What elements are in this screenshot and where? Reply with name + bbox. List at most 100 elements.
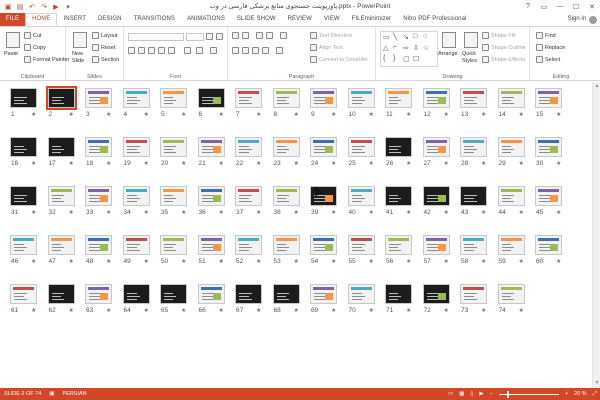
slide-preview[interactable] — [385, 284, 412, 304]
slide-preview[interactable] — [385, 235, 412, 255]
slide-preview[interactable] — [197, 186, 225, 206]
transition-star-icon[interactable]: ★ — [181, 307, 186, 314]
select-button[interactable]: Select — [536, 56, 560, 63]
transition-star-icon[interactable]: ★ — [369, 307, 374, 314]
transition-star-icon[interactable]: ★ — [369, 160, 374, 167]
transition-star-icon[interactable]: ★ — [256, 307, 261, 314]
slide-preview[interactable] — [310, 235, 337, 255]
slide-preview[interactable] — [347, 235, 375, 255]
transition-star-icon[interactable]: ★ — [481, 111, 486, 118]
slide-preview[interactable] — [385, 88, 412, 108]
help-button[interactable]: ? — [520, 0, 536, 13]
transition-star-icon[interactable]: ★ — [294, 307, 299, 314]
slide-preview[interactable] — [460, 235, 487, 255]
grow-font-button[interactable] — [206, 33, 213, 40]
oval-shape-icon[interactable]: ○ — [423, 33, 427, 40]
slide-preview[interactable] — [47, 186, 75, 206]
shadow-button[interactable] — [158, 47, 165, 54]
slide-preview[interactable] — [47, 284, 75, 304]
transition-star-icon[interactable]: ★ — [406, 111, 411, 118]
reading-view-icon[interactable]: ▯ — [470, 391, 473, 397]
align-right-button[interactable] — [252, 47, 259, 54]
slide-preview[interactable] — [272, 88, 300, 108]
slide-preview[interactable] — [347, 88, 375, 108]
tab-transitions[interactable]: TRANSITIONS — [128, 13, 181, 26]
transition-star-icon[interactable]: ★ — [256, 258, 261, 265]
italic-button[interactable] — [138, 47, 145, 54]
slide-preview[interactable] — [160, 88, 187, 108]
slide-preview[interactable] — [85, 137, 112, 157]
slide-preview[interactable] — [85, 235, 112, 255]
proofing-icon[interactable]: ▣ — [45, 391, 58, 397]
find-button[interactable]: Find — [536, 32, 556, 39]
transition-star-icon[interactable]: ★ — [69, 307, 74, 314]
transition-star-icon[interactable]: ★ — [219, 307, 224, 314]
slide-preview[interactable] — [122, 235, 150, 255]
transition-star-icon[interactable]: ★ — [519, 111, 524, 118]
transition-star-icon[interactable]: ★ — [369, 111, 374, 118]
triangle-shape-icon[interactable]: △ — [383, 44, 388, 52]
normal-view-icon[interactable]: ▭ — [448, 391, 453, 397]
bold-button[interactable] — [128, 47, 135, 54]
transition-star-icon[interactable]: ★ — [69, 209, 74, 216]
slide-preview[interactable] — [460, 186, 487, 206]
transition-star-icon[interactable]: ★ — [144, 258, 149, 265]
transition-star-icon[interactable]: ★ — [444, 160, 449, 167]
slide-preview[interactable] — [235, 137, 262, 157]
slide-preview[interactable] — [47, 137, 75, 157]
right-arrow-shape-icon[interactable]: ⇨ — [403, 44, 409, 52]
slide-preview[interactable] — [160, 235, 187, 255]
transition-star-icon[interactable]: ★ — [106, 258, 111, 265]
transition-star-icon[interactable]: ★ — [256, 111, 261, 118]
transition-star-icon[interactable]: ★ — [444, 258, 449, 265]
transition-star-icon[interactable]: ★ — [444, 209, 449, 216]
slide-preview[interactable] — [272, 235, 300, 255]
slide-preview[interactable] — [160, 186, 187, 206]
shape-fill-button[interactable]: Shape Fill — [482, 32, 515, 39]
elbow-connector-icon[interactable]: ⌐ — [393, 44, 397, 51]
replace-button[interactable]: Replace — [536, 44, 565, 51]
font-size-combobox[interactable] — [186, 33, 204, 41]
slide-preview[interactable] — [235, 235, 262, 255]
transition-star-icon[interactable]: ★ — [556, 258, 561, 265]
slide-preview[interactable] — [310, 88, 337, 108]
slide-preview[interactable] — [85, 284, 112, 304]
paste-button[interactable]: Paste — [4, 51, 18, 57]
transition-star-icon[interactable]: ★ — [519, 209, 524, 216]
zoom-level[interactable]: 20 % — [574, 391, 587, 397]
shrink-font-button[interactable] — [216, 33, 223, 40]
scroll-up-arrow-icon[interactable]: ▲ — [593, 82, 600, 90]
line-spacing-button[interactable] — [280, 32, 287, 39]
reset-button[interactable]: Reset — [92, 44, 115, 51]
sign-in-link[interactable]: Sign in — [568, 13, 586, 26]
tab-design[interactable]: DESIGN — [92, 13, 128, 26]
rounded-rect-shape-icon[interactable]: ▢ — [403, 55, 410, 63]
text-direction-button[interactable]: Text Direction — [310, 32, 352, 39]
transition-star-icon[interactable]: ★ — [219, 111, 224, 118]
transition-star-icon[interactable]: ★ — [31, 111, 36, 118]
transition-star-icon[interactable]: ★ — [406, 307, 411, 314]
transition-star-icon[interactable]: ★ — [369, 209, 374, 216]
slide-preview[interactable] — [535, 137, 562, 157]
change-case-button[interactable] — [196, 47, 203, 54]
fit-slide-icon[interactable]: ⤢ — [593, 391, 597, 398]
slide-preview[interactable] — [197, 284, 225, 304]
shape-outline-button[interactable]: Shape Outline — [482, 44, 526, 51]
transition-star-icon[interactable]: ★ — [406, 209, 411, 216]
tab-animations[interactable]: ANIMATIONS — [181, 13, 231, 26]
zoom-in-button[interactable]: + — [565, 391, 568, 397]
slide-preview[interactable] — [160, 137, 187, 157]
slide-preview[interactable] — [10, 235, 37, 255]
transition-star-icon[interactable]: ★ — [144, 111, 149, 118]
cut-button[interactable]: Cut — [24, 32, 42, 39]
slide-preview[interactable] — [422, 284, 450, 304]
slide-preview[interactable] — [10, 186, 37, 206]
transition-star-icon[interactable]: ★ — [181, 160, 186, 167]
quick-styles-button[interactable]: Quick — [462, 51, 476, 57]
transition-star-icon[interactable]: ★ — [481, 209, 486, 216]
slide-preview[interactable] — [197, 88, 225, 108]
slide-sorter-view-icon[interactable]: ▦ — [459, 391, 464, 397]
slide-preview[interactable] — [235, 88, 262, 108]
ribbon-display-options-button[interactable]: ▭ — [536, 0, 552, 13]
slide-preview[interactable] — [422, 88, 450, 108]
